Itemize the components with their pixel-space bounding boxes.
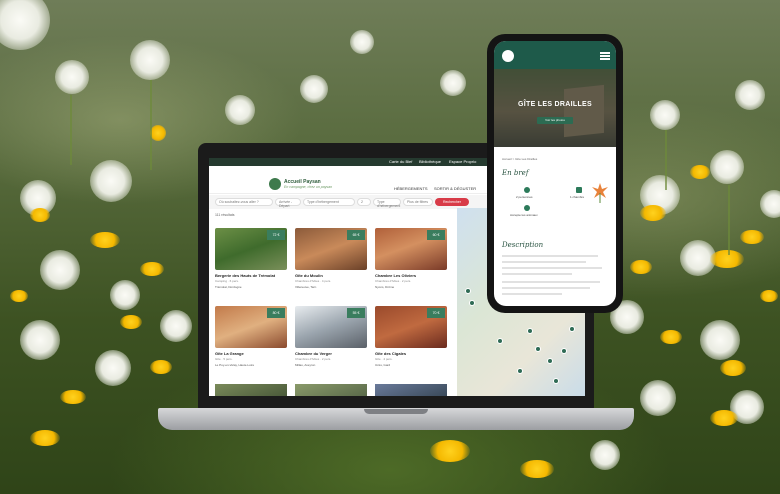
listing-title[interactable]: Gîte des Cigales <box>375 351 406 356</box>
listing-address: Nyons, Drôme <box>375 285 395 289</box>
brief-guests: 2 personnes <box>516 195 533 199</box>
nav-item-sortir[interactable]: SORTIR & DÉGUSTER <box>434 186 476 191</box>
hero-title: GÎTE LES DRAILLES <box>518 101 592 108</box>
results-count: 111 résultats <box>215 213 235 217</box>
listing-card[interactable]: 60 € Chambre Les Oliviers Chambres d'hôt… <box>375 228 447 294</box>
flower-illustration-icon <box>592 183 608 203</box>
breadcrumb[interactable]: Accueil > Gîte Les Drailles <box>502 157 537 161</box>
dates-input[interactable]: Arrivée - Départ <box>275 198 301 208</box>
map-pin[interactable] <box>553 378 559 384</box>
map-pin[interactable] <box>469 300 475 306</box>
listing-address: Le Puy-en-Velay, Haute-Loire <box>215 363 255 367</box>
description-text <box>502 287 590 289</box>
listing-card[interactable]: 65 € Gîte du Moulin Chambres d'hôtes · 4… <box>295 228 367 294</box>
listing-title[interactable]: Bergerie des Hauts de Trémolat <box>215 273 275 278</box>
listing-title[interactable]: Gîte du Moulin <box>295 273 323 278</box>
map-pin[interactable] <box>535 346 541 352</box>
map-pin[interactable] <box>527 328 533 334</box>
map-pin[interactable] <box>547 358 553 364</box>
description-text <box>502 267 602 269</box>
map-pin[interactable] <box>561 348 567 354</box>
bed-icon <box>576 187 582 193</box>
section-title-description: Description <box>502 241 544 249</box>
site-logo-icon[interactable] <box>269 178 281 190</box>
listing-card[interactable]: 72 € Bergerie des Hauts de Trémolat Camp… <box>215 228 287 294</box>
phone-header <box>494 41 616 69</box>
listing-type: Chambres d'hôtes · 2 pers. <box>295 357 332 361</box>
laptop-notch <box>364 409 428 414</box>
listing-address: Villeneuve, Tarn <box>295 285 317 289</box>
description-text <box>502 281 600 283</box>
listing-card[interactable]: 55 € Chambre du Verger Chambres d'hôtes … <box>295 306 367 372</box>
description-text <box>502 255 598 257</box>
brief-pets: Accepte les animaux <box>510 213 538 217</box>
listing-card[interactable]: 80 € Gîte La Grange Gîte · 5 pers. Le Pu… <box>215 306 287 372</box>
price-badge: 55 € <box>347 308 365 318</box>
price-badge: 70 € <box>427 308 445 318</box>
map-pin[interactable] <box>569 326 575 332</box>
search-button[interactable]: Rechercher <box>435 198 469 206</box>
guests-icon <box>524 187 530 193</box>
more-filters-button[interactable]: Plus de filtres <box>403 198 433 206</box>
listing-type: Gîte · 5 pers. <box>215 357 233 361</box>
listing-type: Chambres d'hôtes · 2 pers. <box>375 279 412 283</box>
nav-item-hebergements[interactable]: HÉBERGEMENTS <box>394 186 428 191</box>
guests-select[interactable]: 2 <box>357 198 371 206</box>
listing-type: Camping · 6 pers. <box>215 279 239 283</box>
price-badge: 60 € <box>427 230 445 240</box>
topbar-link[interactable]: Espace Proprio <box>449 159 476 164</box>
listing-card-partial[interactable] <box>215 384 287 396</box>
site-logo-tagline: En campagne, chez un paysan <box>284 185 333 189</box>
listing-title[interactable]: Chambre Les Oliviers <box>375 273 416 278</box>
listing-address: Millau, Aveyron <box>295 363 316 367</box>
topbar-link[interactable]: Bibliothèque <box>419 159 441 164</box>
phone-screen: GÎTE LES DRAILLES Voir les photos Accuei… <box>494 41 616 306</box>
price-badge: 65 € <box>347 230 365 240</box>
brief-rooms: 1 chambre <box>570 195 585 199</box>
listing-card[interactable]: 70 € Gîte des Cigales Gîte · 4 pers. Uzè… <box>375 306 447 372</box>
listing-title[interactable]: Gîte La Grange <box>215 351 244 356</box>
destination-input[interactable]: Où souhaitez-vous aller ? <box>215 198 273 206</box>
pet-icon <box>524 205 530 211</box>
price-badge: 80 € <box>267 308 285 318</box>
description-text <box>502 293 562 295</box>
hero-image <box>494 69 616 147</box>
description-text <box>502 273 572 275</box>
sort-select[interactable]: Type d'hébergement <box>373 198 401 208</box>
section-title-brief: En bref <box>502 169 529 177</box>
map-pin[interactable] <box>517 368 523 374</box>
listing-card-partial[interactable] <box>295 384 367 396</box>
description-text <box>502 261 586 263</box>
map-pin[interactable] <box>497 338 503 344</box>
type-select[interactable]: Type d'hébergement <box>303 198 355 206</box>
listing-address: Trémolat, Dordogne <box>215 285 242 289</box>
photos-button[interactable]: Voir les photos <box>537 117 573 124</box>
listing-card-partial[interactable] <box>375 384 447 396</box>
menu-icon[interactable] <box>600 52 610 60</box>
site-logo-icon[interactable] <box>502 50 514 62</box>
map-pin[interactable] <box>465 288 471 294</box>
listing-type: Gîte · 4 pers. <box>375 357 393 361</box>
listing-address: Uzès, Gard <box>375 363 391 367</box>
topbar-link[interactable]: Carte du Bief <box>389 159 412 164</box>
listing-type: Chambres d'hôtes · 4 pers. <box>295 279 332 283</box>
price-badge: 72 € <box>267 230 285 240</box>
listing-title[interactable]: Chambre du Verger <box>295 351 332 356</box>
